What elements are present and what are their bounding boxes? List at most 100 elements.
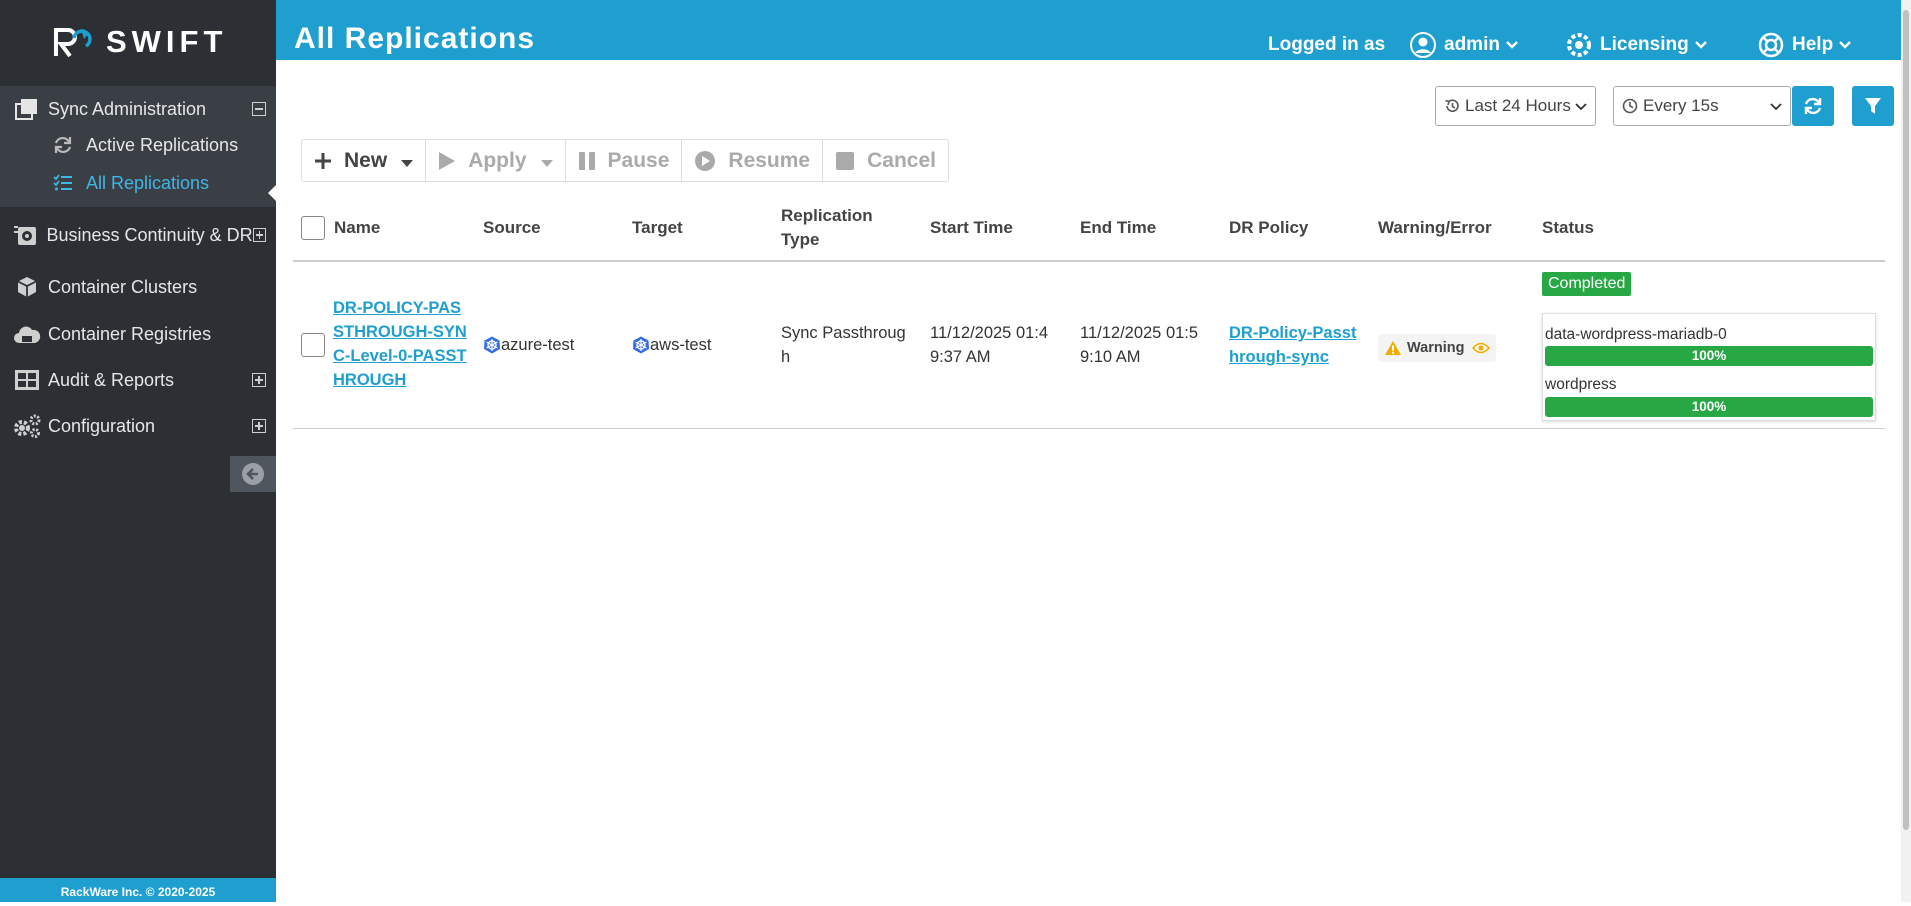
refresh-interval-select[interactable]: Every 15s — [1613, 86, 1791, 126]
resume-button[interactable]: Resume — [682, 140, 824, 181]
page-scrollbar[interactable] — [1901, 0, 1911, 902]
history-icon — [1445, 99, 1459, 112]
licensing-menu[interactable]: Licensing — [1566, 30, 1707, 60]
progress-bar: 100% — [1545, 397, 1873, 417]
sidebar-item-container-clusters[interactable]: Container Clusters — [0, 264, 276, 310]
collapse-icon[interactable] — [252, 102, 266, 116]
replication-type: Sync Passthrough — [781, 324, 906, 366]
collapse-sidebar-button[interactable] — [230, 456, 276, 492]
cancel-button[interactable]: Cancel — [823, 140, 948, 181]
expand-icon[interactable] — [252, 228, 266, 242]
column-header-source[interactable]: Source — [483, 196, 541, 260]
column-header-name[interactable]: Name — [334, 196, 380, 260]
help-label: Help — [1792, 34, 1834, 55]
warning-label: Warning — [1407, 340, 1465, 356]
expand-icon[interactable] — [252, 373, 266, 387]
sidebar-item-container-registries[interactable]: Container Registries — [0, 311, 276, 357]
warning-icon — [1385, 341, 1401, 355]
chevron-down-icon — [1770, 96, 1782, 116]
sidebar-item-active-replications[interactable]: Active Replications — [52, 130, 238, 160]
sidebar-item-configuration[interactable]: Configuration — [0, 403, 276, 449]
cloud-icon — [12, 319, 42, 349]
column-header-status[interactable]: Status — [1542, 196, 1594, 260]
column-header-target[interactable]: Target — [632, 196, 683, 260]
gear-icon — [1567, 33, 1591, 57]
logged-in-label: Logged in as — [1268, 34, 1386, 55]
refresh-button[interactable] — [1792, 86, 1834, 126]
row-checkbox[interactable] — [301, 333, 325, 357]
warning-badge: Warning — [1378, 334, 1497, 362]
dr-policy-link[interactable]: DR-Policy-Passthrough-sync — [1229, 321, 1359, 369]
column-header-end-time[interactable]: End Time — [1080, 196, 1156, 260]
page-title: All Replications — [294, 22, 536, 55]
clock-icon — [1622, 98, 1638, 114]
pause-icon — [578, 151, 596, 171]
arrow-left-circle-icon — [242, 463, 264, 485]
gears-icon — [12, 411, 42, 441]
end-time: 11/12/2025 01:59:10 AM — [1080, 324, 1199, 366]
table-header: Name Source Target Replication Type Star… — [293, 196, 1885, 262]
top-header: All Replications Logged in as admin Lice… — [276, 0, 1901, 60]
column-header-dr-policy[interactable]: DR Policy — [1229, 196, 1308, 260]
scrollbar-thumb[interactable] — [1903, 10, 1909, 830]
expand-icon[interactable] — [252, 419, 266, 433]
chevron-down-icon — [1506, 34, 1518, 56]
sync-icon — [52, 135, 74, 155]
replication-name-link[interactable]: DR-POLICY-PASSTHROUGH-SYNC-Level-0-PASST… — [333, 296, 467, 392]
plus-icon — [314, 152, 332, 170]
windows-icon — [12, 94, 42, 124]
progress-bar: 100% — [1545, 346, 1873, 366]
time-range-select[interactable]: Last 24 Hours — [1435, 86, 1596, 126]
apply-button[interactable]: Apply — [426, 140, 566, 181]
status-badge: Completed — [1542, 272, 1632, 296]
new-button[interactable]: New — [302, 140, 427, 181]
chevron-down-icon — [1839, 34, 1852, 56]
refresh-icon — [1804, 97, 1822, 115]
sidebar: SWIFT Sync Administration Active Replica… — [0, 0, 277, 902]
stop-icon — [835, 151, 855, 171]
start-time: 11/12/2025 01:49:37 AM — [930, 324, 1049, 366]
chevron-down-icon — [1694, 34, 1707, 56]
rackware-logo-icon — [54, 28, 92, 58]
sync-admin-submenu: Active Replications All Replications — [0, 130, 276, 207]
apply-label: Apply — [468, 148, 527, 172]
new-label: New — [344, 148, 388, 172]
sidebar-item-label: Configuration — [48, 415, 156, 436]
sidebar-item-all-replications[interactable]: All Replications — [52, 168, 209, 198]
sidebar-item-label: Active Replications — [86, 134, 239, 155]
target-name: aws-test — [650, 336, 712, 354]
kubernetes-icon — [484, 336, 500, 354]
caret-down-icon — [540, 149, 553, 173]
column-header-replication-type[interactable]: Replication Type — [781, 196, 901, 260]
chevron-down-icon — [1575, 96, 1587, 116]
replications-table: Name Source Target Replication Type Star… — [293, 196, 1885, 429]
eye-icon[interactable] — [1472, 342, 1491, 354]
user-name: admin — [1444, 34, 1500, 55]
active-indicator — [268, 184, 277, 202]
sidebar-item-label: Container Clusters — [48, 276, 198, 297]
sidebar-item-sync-administration[interactable]: Sync Administration — [0, 86, 276, 132]
filter-icon — [1865, 98, 1881, 114]
brand-name: SWIFT — [106, 24, 228, 59]
source-cell: azure-test — [483, 333, 574, 357]
progress-panel: data-wordpress-mariadb-0 100% wordpress … — [1542, 313, 1876, 421]
sidebar-item-business-continuity[interactable]: Business Continuity & DR — [0, 212, 276, 258]
progress-item-name: wordpress — [1545, 376, 1617, 393]
filter-button[interactable] — [1852, 86, 1894, 126]
table-icon — [12, 365, 42, 395]
user-menu[interactable]: admin — [1410, 30, 1518, 60]
select-all-checkbox[interactable] — [301, 216, 325, 240]
action-toolbar: New Apply Pause Resume Cancel — [301, 139, 949, 182]
refresh-interval-value: Every 15s — [1643, 96, 1719, 115]
sidebar-item-label: Sync Administration — [48, 98, 207, 119]
user-icon — [1410, 32, 1436, 58]
help-menu[interactable]: Help — [1758, 30, 1852, 60]
table-row: DR-POLICY-PASSTHROUGH-SYNC-Level-0-PASST… — [293, 262, 1885, 429]
column-header-warning-error[interactable]: Warning/Error — [1378, 196, 1492, 260]
progress-fill: 100% — [1545, 397, 1873, 417]
sidebar-item-label: Audit & Reports — [48, 369, 175, 390]
column-header-start-time[interactable]: Start Time — [930, 196, 1013, 260]
disaster-recovery-icon — [12, 220, 41, 250]
sidebar-item-audit-reports[interactable]: Audit & Reports — [0, 357, 276, 403]
pause-button[interactable]: Pause — [566, 140, 683, 181]
